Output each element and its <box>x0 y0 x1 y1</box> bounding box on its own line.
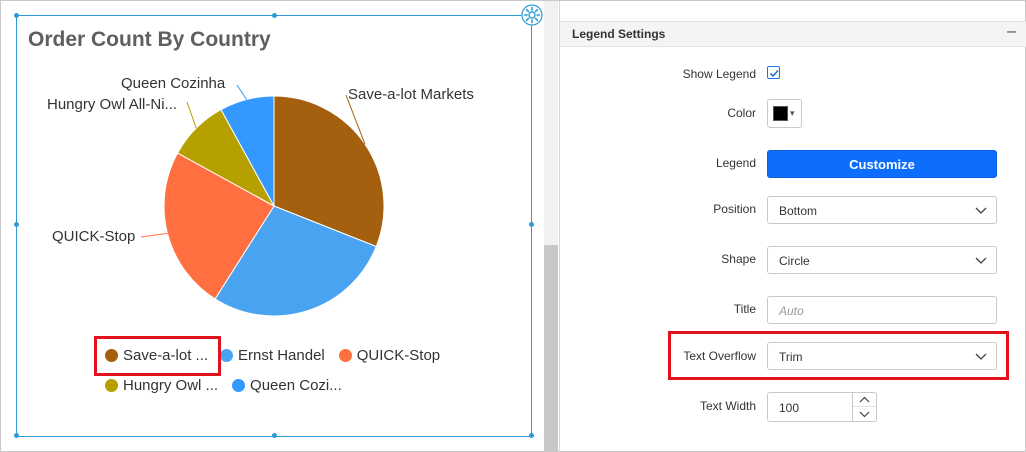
position-select[interactable]: Bottom <box>767 196 997 224</box>
legend-item-label: Ernst Handel <box>238 346 325 364</box>
legend-circle-icon <box>220 348 234 362</box>
show-legend-checkbox[interactable] <box>767 66 780 79</box>
data-label-hungry-owl: Hungry Owl All-Ni... <box>47 96 177 113</box>
color-label: Color <box>727 106 756 120</box>
stepper-spin <box>852 393 876 421</box>
legend-item[interactable]: QUICK-Stop <box>338 346 441 364</box>
legend-circle-icon <box>338 348 352 362</box>
data-label-save-a-lot: Save-a-lot Markets <box>348 86 474 103</box>
legend-circle-icon <box>232 378 246 392</box>
shape-select[interactable]: Circle <box>767 246 997 274</box>
panel-title: Legend Settings <box>572 27 666 41</box>
legend-item-label: QUICK-Stop <box>356 346 441 364</box>
title-placeholder: Auto <box>779 304 804 318</box>
color-swatch <box>773 106 788 121</box>
check-icon <box>769 69 779 78</box>
legend-settings-header[interactable]: Legend Settings – <box>560 21 1026 47</box>
leader-line <box>236 84 248 100</box>
color-picker[interactable]: ▾ <box>767 99 802 128</box>
title-label: Title <box>733 302 756 316</box>
text-width-label: Text Width <box>699 399 756 413</box>
chevron-down-icon <box>975 257 987 264</box>
leader-line <box>140 232 168 238</box>
title-input[interactable]: Auto <box>767 296 997 324</box>
legend-item[interactable]: Hungry Owl ... <box>105 377 218 394</box>
chevron-down-icon: ▾ <box>790 108 795 118</box>
position-value: Bottom <box>779 204 818 218</box>
legend-circle-icon <box>105 378 118 392</box>
chevron-down-icon[interactable] <box>853 407 876 421</box>
legend-label: Legend <box>715 156 756 170</box>
show-legend-label: Show Legend <box>682 67 756 81</box>
customize-button[interactable]: Customize <box>767 150 997 178</box>
chevron-up-icon[interactable] <box>853 393 876 407</box>
position-label: Position <box>713 202 756 216</box>
app-root: Order Count By Country Save-a-lot Market… <box>0 0 1026 452</box>
legend-item[interactable]: Ernst Handel <box>220 347 325 364</box>
data-label-quick-stop: QUICK-Stop <box>52 228 135 245</box>
shape-value: Circle <box>779 254 810 268</box>
text-width-value: 100 <box>779 401 800 415</box>
highlight-box-legend <box>94 336 221 376</box>
legend-row-2: Hungry Owl ... Queen Cozi... <box>105 374 342 396</box>
shape-label: Shape <box>721 252 756 266</box>
highlight-box-text-overflow <box>668 331 1009 380</box>
legend-item[interactable]: Queen Cozi... <box>232 377 342 394</box>
leader-line <box>186 101 197 129</box>
text-width-stepper[interactable]: 100 <box>767 392 877 422</box>
data-label-queen-cozinha: Queen Cozinha <box>121 75 226 92</box>
chevron-down-icon <box>975 207 987 214</box>
legend-item-label: Hungry Owl ... <box>123 376 219 394</box>
minus-icon[interactable]: – <box>1007 23 1016 41</box>
legend-item-label: Queen Cozi... <box>250 376 342 394</box>
